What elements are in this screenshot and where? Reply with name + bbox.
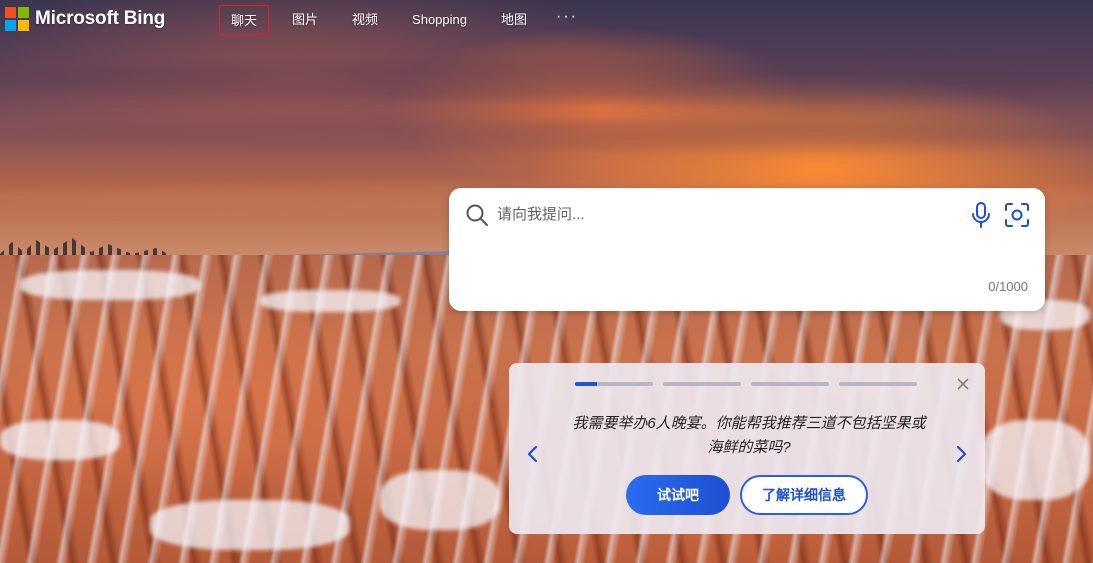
search-icon[interactable] [465, 203, 489, 227]
logo-square-yellow [18, 20, 29, 31]
brand-name: Microsoft Bing [35, 8, 166, 29]
nav-shopping[interactable]: Shopping [395, 5, 484, 35]
learn-more-button[interactable]: 了解详细信息 [740, 475, 868, 515]
progress-segment [839, 382, 917, 386]
nav-images[interactable]: 图片 [275, 5, 335, 35]
progress-segment [575, 382, 653, 386]
nav-maps[interactable]: 地图 [484, 5, 544, 35]
search-box: 0/1000 [449, 188, 1045, 311]
cloud [0, 120, 1093, 150]
carousel-progress [575, 382, 917, 386]
snow [380, 470, 500, 530]
more-menu-button[interactable]: ··· [544, 5, 590, 35]
try-it-button[interactable]: 试试吧 [626, 475, 730, 515]
logo-square-green [18, 7, 29, 18]
top-nav: 聊天 图片 视频 Shopping 地图 ··· [219, 5, 590, 35]
microsoft-logo-icon [5, 7, 29, 31]
snow [980, 420, 1090, 500]
snow [20, 270, 200, 300]
progress-segment [663, 382, 741, 386]
close-icon[interactable] [955, 376, 971, 392]
progress-segment [751, 382, 829, 386]
logo-square-blue [5, 20, 16, 31]
snow [0, 420, 120, 460]
search-input[interactable] [497, 202, 937, 226]
snow [150, 500, 350, 550]
suggestion-card: 我需要举办6人晚宴。你能帮我推荐三道不包括坚果或海鲜的菜吗? 试试吧 了解详细信… [509, 363, 985, 534]
suggestion-prompt: 我需要举办6人晚宴。你能帮我推荐三道不包括坚果或海鲜的菜吗? [572, 415, 926, 456]
nav-chat[interactable]: 聊天 [219, 5, 270, 35]
chevron-left-icon[interactable] [525, 444, 541, 464]
chevron-right-icon[interactable] [953, 444, 969, 464]
snow [260, 290, 400, 312]
cloud [0, 60, 1093, 100]
nav-videos[interactable]: 视频 [335, 5, 395, 35]
top-header: Microsoft Bing 聊天 图片 视频 Shopping 地图 ··· [0, 0, 1093, 40]
logo-square-red [5, 7, 16, 18]
microphone-icon[interactable] [969, 201, 993, 229]
bing-logo[interactable]: Microsoft Bing [5, 7, 165, 31]
visual-search-icon[interactable] [1003, 201, 1031, 229]
character-counter: 0/1000 [988, 279, 1028, 294]
